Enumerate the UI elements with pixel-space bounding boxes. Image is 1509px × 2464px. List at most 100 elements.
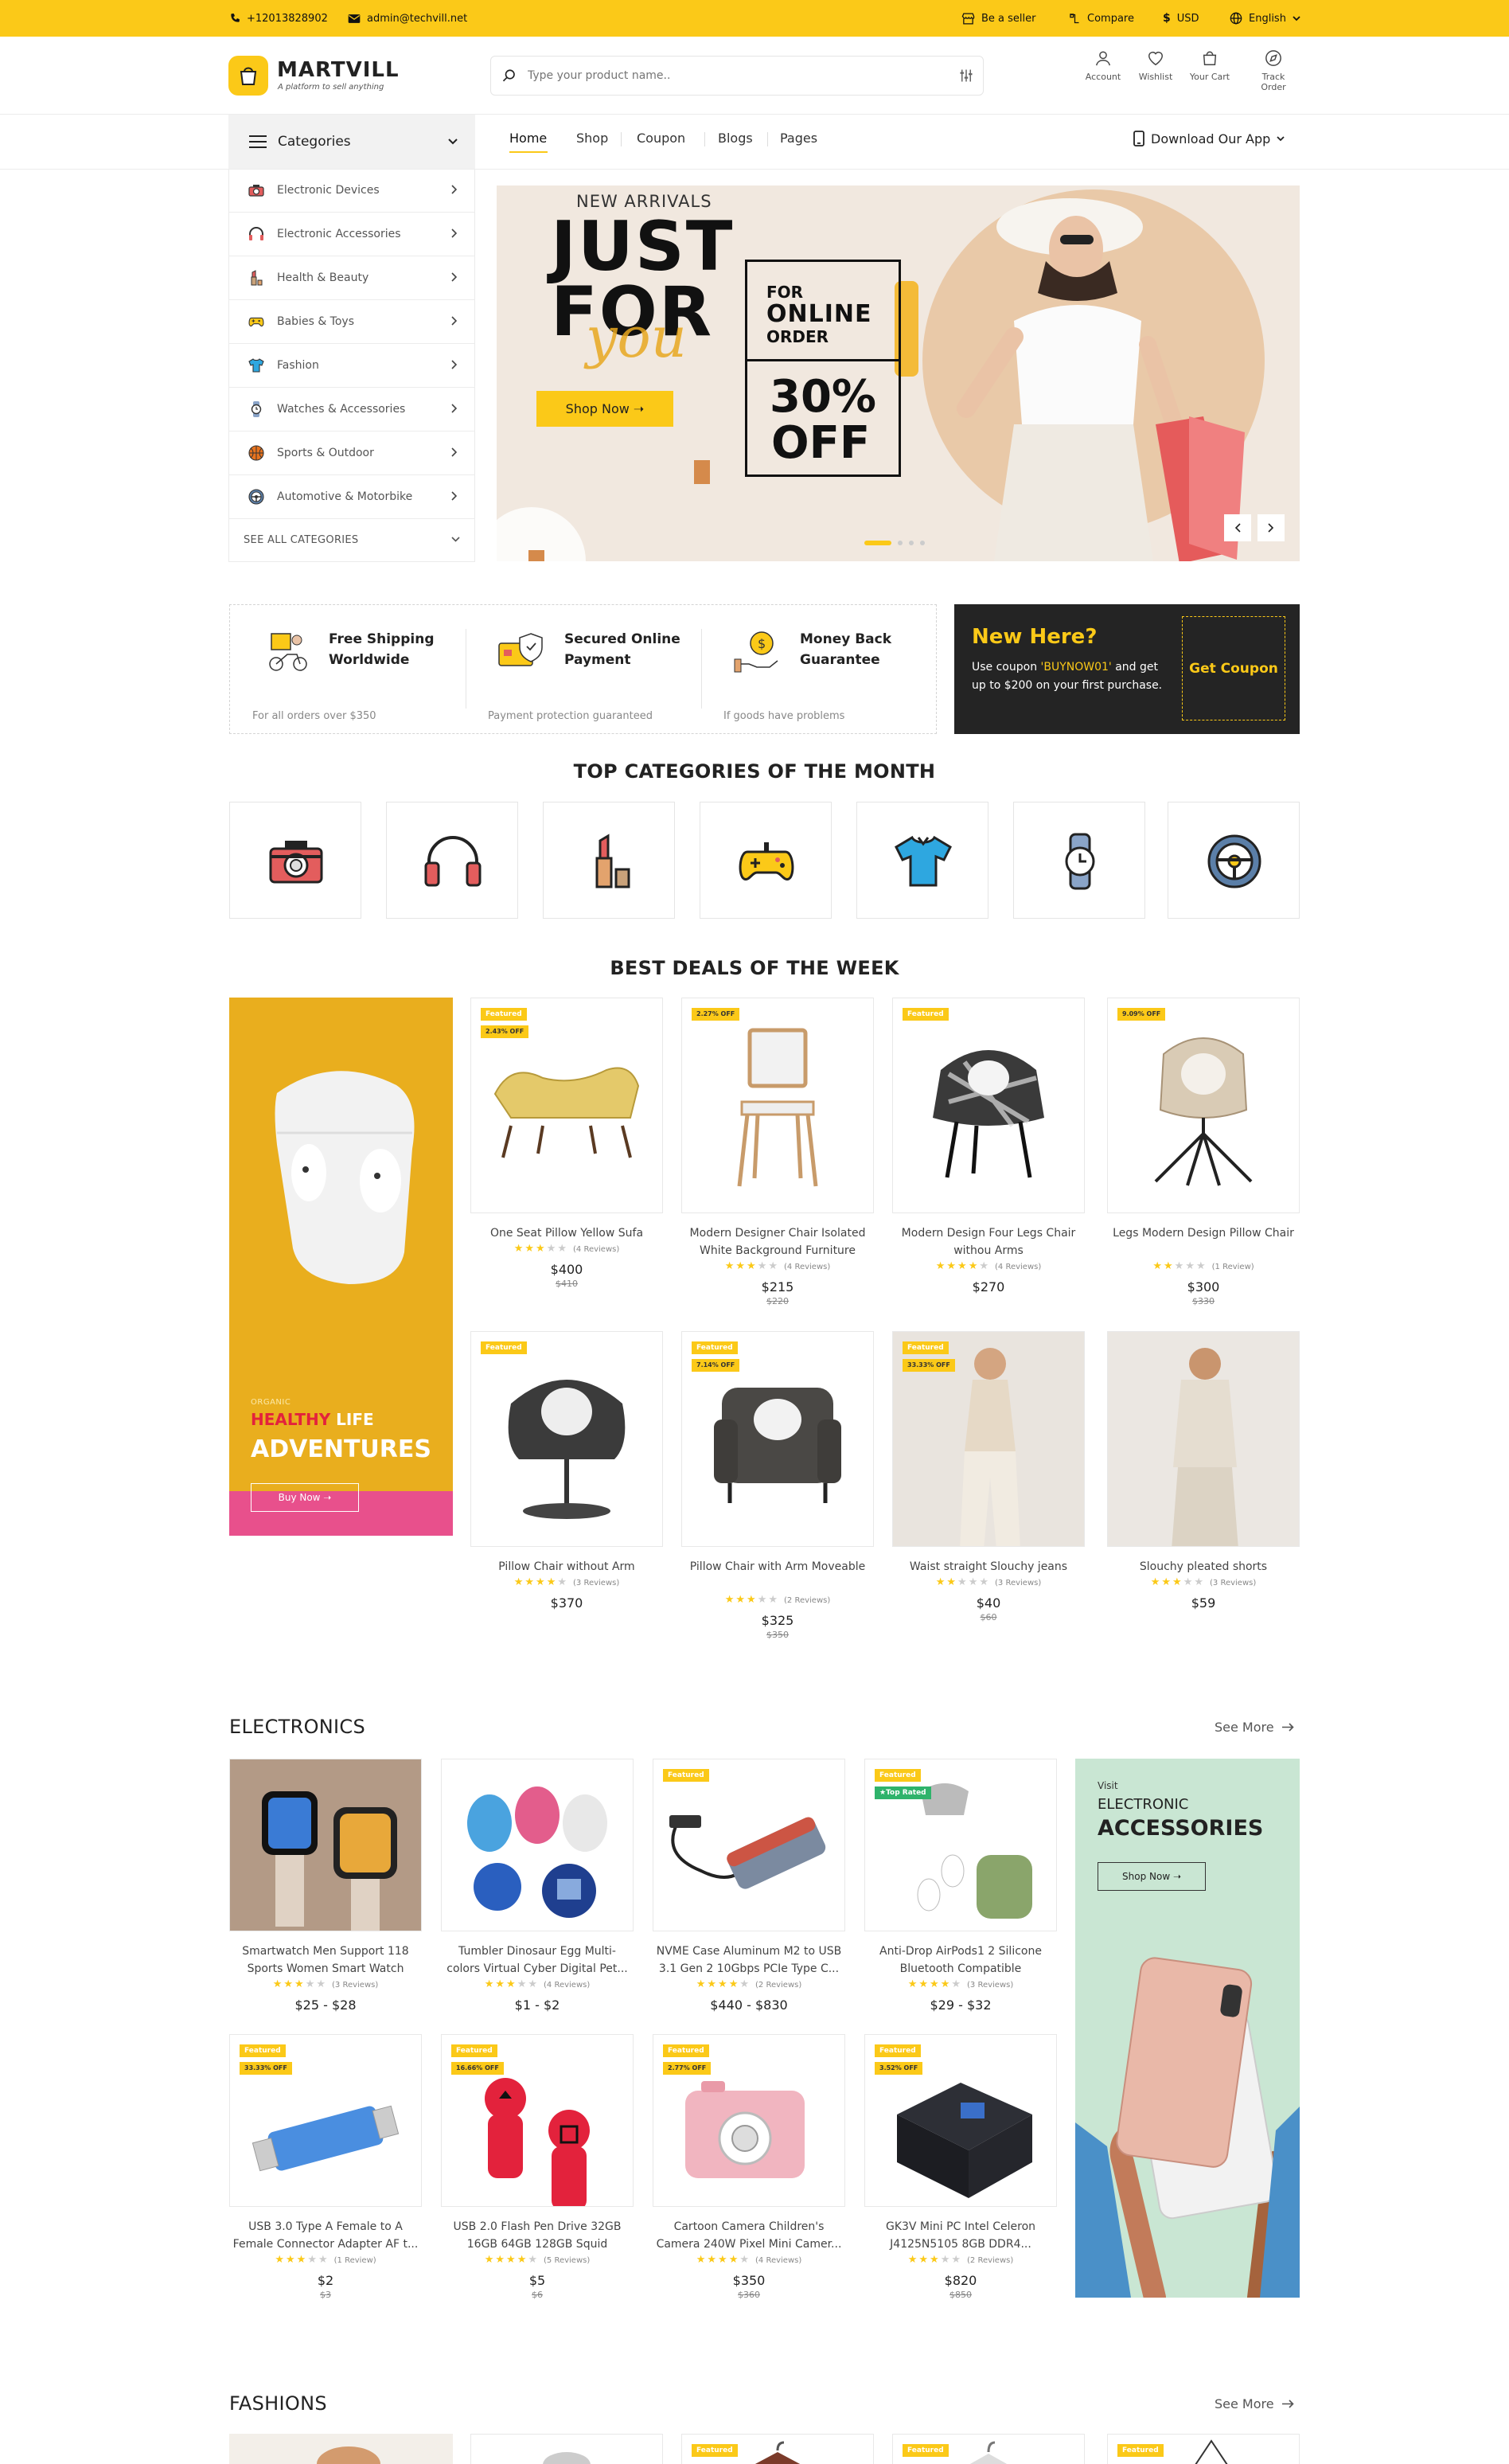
sidebar-item-health-beauty[interactable]: Health & Beauty	[229, 256, 474, 300]
language-selector[interactable]: English	[1230, 0, 1300, 37]
product-name[interactable]: Waist straight Slouchy jeans	[892, 1558, 1085, 1576]
product-card[interactable]: 9.09% OFF Legs Modern Design Pillow Chair…	[1107, 998, 1300, 1306]
top-category-card[interactable]	[543, 802, 675, 919]
get-coupon-button[interactable]: Get Coupon	[1182, 616, 1285, 720]
logo-icon[interactable]	[228, 56, 268, 96]
product-image-frame[interactable]: 9.09% OFF	[1107, 998, 1300, 1213]
sidebar-item-babies-toys[interactable]: Babies & Toys	[229, 300, 474, 344]
product-card[interactable]: Featured 33.33% OFF Waist straight Slouchy…	[892, 1331, 1085, 1622]
fashion-product-card[interactable]: Featured	[892, 2434, 1085, 2464]
currency-selector[interactable]: $ USD	[1163, 0, 1199, 37]
slide-dot[interactable]	[920, 541, 925, 545]
product-name[interactable]: NVME Case Aluminum M2 to USB 3.1 Gen 2 1…	[653, 1943, 845, 1978]
see-all-categories-button[interactable]: SEE ALL CATEGORIES	[229, 519, 474, 560]
product-name[interactable]: Pillow Chair without Arm	[470, 1558, 663, 1576]
product-image-frame[interactable]	[229, 1759, 422, 1931]
product-card[interactable]: Featured Modern Design Four Legs Chair wi…	[892, 998, 1085, 1294]
healthy-life-promo[interactable]: ORGANIC HEALTHY LIFE ADVENTURES Buy Now …	[229, 998, 453, 1536]
product-image-frame[interactable]	[441, 1759, 634, 1931]
sidebar-item-sports[interactable]: Sports & Outdoor	[229, 431, 474, 475]
product-image-frame[interactable]: Featured	[470, 1331, 663, 1547]
search-icon[interactable]	[502, 68, 517, 83]
hero-next-button[interactable]	[1258, 514, 1285, 541]
product-card[interactable]: Featured NVME Case Aluminum M2 to USB 3.1…	[653, 1759, 845, 2013]
product-image-frame[interactable]: Featured ★Top Rated	[864, 1759, 1057, 1931]
product-image-frame[interactable]: Featured 33.33% OFF	[229, 2034, 422, 2207]
fashion-promo-card[interactable]	[229, 2434, 453, 2464]
product-image-frame[interactable]	[1107, 1331, 1300, 1547]
wishlist-button[interactable]: Wishlist	[1132, 49, 1180, 82]
nav-pages[interactable]: Pages	[780, 131, 817, 146]
filter-icon[interactable]	[959, 68, 973, 83]
product-image-frame[interactable]: Featured 2.43% OFF	[470, 998, 663, 1213]
phone-contact[interactable]: +12013828902	[229, 0, 328, 37]
track-order-button[interactable]: Track Order	[1250, 49, 1297, 92]
product-card[interactable]: 2.27% OFF Modern Designer Chair Isolated …	[681, 998, 874, 1306]
product-name[interactable]: Smartwatch Men Support 118 Sports Women …	[229, 1943, 422, 1978]
product-image-frame[interactable]: Featured 33.33% OFF	[892, 1331, 1085, 1547]
product-image-frame[interactable]: 2.27% OFF	[681, 998, 874, 1213]
product-card[interactable]: Featured 33.33% OFF USB 3.0 Type A Female …	[229, 2034, 422, 2300]
fashion-product-card[interactable]	[470, 2434, 663, 2464]
product-image-frame[interactable]: Featured	[892, 998, 1085, 1213]
hero-prev-button[interactable]	[1224, 514, 1251, 541]
product-name[interactable]: USB 2.0 Flash Pen Drive 32GB 16GB 64GB 1…	[441, 2218, 634, 2253]
product-card[interactable]: Featured Pillow Chair without Arm ★★★★★ (3 …	[470, 1331, 663, 1611]
slide-dot[interactable]	[898, 541, 903, 545]
download-app-link[interactable]: Download Our App	[1133, 131, 1285, 146]
product-card[interactable]: Tumbler Dinosaur Egg Multi-colors Virtua…	[441, 1759, 634, 2013]
compare-link[interactable]: Compare	[1069, 0, 1134, 37]
product-card[interactable]: Featured ★Top Rated Anti-Drop AirPods1 2 S…	[864, 1759, 1057, 2013]
fashion-product-card[interactable]: Featured	[1107, 2434, 1300, 2464]
email-contact[interactable]: admin@techvill.net	[348, 0, 467, 37]
sidebar-item-watches[interactable]: Watches & Accessories	[229, 388, 474, 431]
product-name[interactable]: Tumbler Dinosaur Egg Multi-colors Virtua…	[441, 1943, 634, 1978]
product-name[interactable]: One Seat Pillow Yellow Sufa	[470, 1224, 663, 1242]
product-name[interactable]: USB 3.0 Type A Female to A Female Connec…	[229, 2218, 422, 2253]
product-card[interactable]: Featured 16.66% OFF USB 2.0 Flash Pen Driv…	[441, 2034, 634, 2300]
product-name[interactable]: Cartoon Camera Children's Camera 240W Pi…	[653, 2218, 845, 2253]
account-button[interactable]: Account	[1079, 49, 1127, 82]
sidebar-item-electronic-devices[interactable]: Electronic Devices	[229, 169, 474, 213]
electronics-see-more-link[interactable]: See More	[1215, 1720, 1294, 1735]
product-card[interactable]: Featured 7.14% OFF Pillow Chair with Arm M…	[681, 1331, 874, 1640]
categories-toggle[interactable]: Categories	[228, 115, 475, 169]
top-category-card[interactable]	[386, 802, 518, 919]
sidebar-item-fashion[interactable]: Fashion	[229, 344, 474, 388]
product-name[interactable]: GK3V Mini PC Intel Celeron J4125N5105 8G…	[864, 2218, 1057, 2253]
top-category-card[interactable]	[1013, 802, 1145, 919]
product-card[interactable]: Featured 2.77% OFF Cartoon Camera Children…	[653, 2034, 845, 2300]
cart-button[interactable]: Your Cart	[1186, 49, 1234, 82]
product-name[interactable]: Modern Design Four Legs Chair withou Arm…	[892, 1224, 1085, 1259]
top-category-card[interactable]	[1168, 802, 1300, 919]
product-image-frame[interactable]: Featured	[653, 1759, 845, 1931]
sidebar-item-electronic-accessories[interactable]: Electronic Accessories	[229, 213, 474, 256]
product-name[interactable]: Legs Modern Design Pillow Chair	[1107, 1224, 1300, 1259]
nav-blogs[interactable]: Blogs	[718, 131, 753, 146]
nav-coupon[interactable]: Coupon	[637, 131, 685, 146]
logo-name[interactable]: MARTVILL	[277, 58, 400, 82]
product-image-frame[interactable]: Featured 16.66% OFF	[441, 2034, 634, 2207]
promo-shop-now-button[interactable]: Shop Now ➝	[1098, 1862, 1206, 1891]
product-name[interactable]: Anti-Drop AirPods1 2 Silicone Bluetooth …	[864, 1943, 1057, 1978]
product-card[interactable]: Featured 3.52% OFF GK3V Mini PC Intel Cele…	[864, 2034, 1057, 2300]
product-card[interactable]: Featured 2.43% OFF One Seat Pillow Yellow …	[470, 998, 663, 1289]
be-seller-link[interactable]: Be a seller	[961, 0, 1036, 37]
slide-dot[interactable]	[909, 541, 914, 545]
fashion-product-card[interactable]: Featured	[681, 2434, 874, 2464]
fashions-see-more-link[interactable]: See More	[1215, 2396, 1294, 2411]
product-image-frame[interactable]: Featured 3.52% OFF	[864, 2034, 1057, 2207]
nav-home[interactable]: Home	[509, 131, 547, 146]
nav-shop[interactable]: Shop	[576, 131, 608, 146]
slide-dot-active[interactable]	[864, 541, 891, 545]
product-image-frame[interactable]: Featured 7.14% OFF	[681, 1331, 874, 1547]
search-input[interactable]	[528, 64, 926, 87]
sidebar-item-automotive[interactable]: Automotive & Motorbike	[229, 475, 474, 519]
promo-buy-now-button[interactable]: Buy Now ➝	[251, 1483, 359, 1512]
hero-shop-now-button[interactable]: Shop Now ➝	[536, 391, 673, 427]
product-card[interactable]: Slouchy pleated shorts ★★★★★ (3 Reviews) $5…	[1107, 1331, 1300, 1611]
top-category-card[interactable]	[229, 802, 361, 919]
product-image-frame[interactable]: Featured 2.77% OFF	[653, 2034, 845, 2207]
product-name[interactable]: Pillow Chair with Arm Moveable	[681, 1558, 874, 1593]
product-name[interactable]: Modern Designer Chair Isolated White Bac…	[681, 1224, 874, 1259]
